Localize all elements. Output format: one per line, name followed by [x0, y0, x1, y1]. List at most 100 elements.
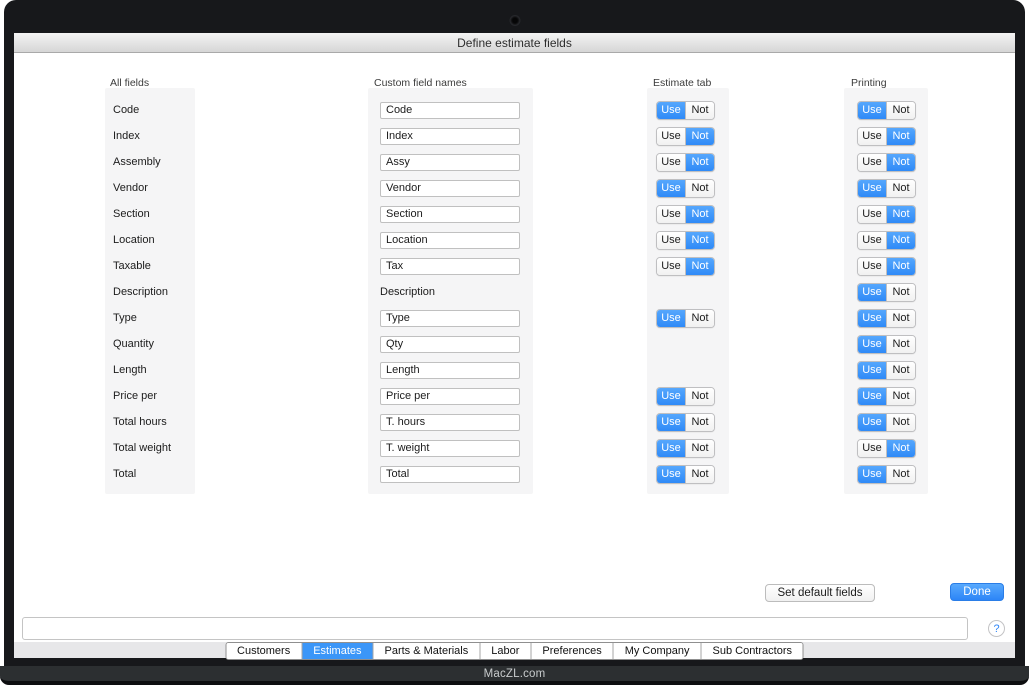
use-button[interactable]: Use — [657, 388, 686, 405]
custom-field-input[interactable] — [380, 180, 520, 197]
use-not-toggle: UseNot — [857, 361, 916, 380]
tab-preferences[interactable]: Preferences — [531, 643, 613, 659]
use-button[interactable]: Use — [858, 102, 887, 119]
not-button[interactable]: Not — [686, 180, 714, 197]
use-button[interactable]: Use — [858, 414, 887, 431]
use-button[interactable]: Use — [657, 466, 686, 483]
use-not-toggle: UseNot — [656, 257, 715, 276]
not-button[interactable]: Not — [887, 440, 915, 457]
not-button[interactable]: Not — [887, 180, 915, 197]
use-button[interactable]: Use — [858, 466, 887, 483]
use-not-toggle: UseNot — [857, 153, 916, 172]
toggle-row: UseNot — [844, 383, 928, 409]
custom-field-input[interactable] — [380, 336, 520, 353]
toggle-row: UseNot — [647, 201, 729, 227]
use-button[interactable]: Use — [657, 414, 686, 431]
custom-field-input[interactable] — [380, 388, 520, 405]
not-button[interactable]: Not — [887, 310, 915, 327]
use-button[interactable]: Use — [858, 232, 887, 249]
custom-field-input[interactable] — [380, 310, 520, 327]
custom-field-input[interactable] — [380, 232, 520, 249]
tab-estimates[interactable]: Estimates — [302, 643, 373, 659]
use-button[interactable]: Use — [657, 440, 686, 457]
custom-row — [368, 97, 533, 123]
use-button[interactable]: Use — [858, 180, 887, 197]
use-button[interactable]: Use — [858, 440, 887, 457]
custom-field-input[interactable] — [380, 466, 520, 483]
custom-row — [368, 383, 533, 409]
toggle-row: UseNot — [844, 435, 928, 461]
not-button[interactable]: Not — [686, 466, 714, 483]
tab-labor[interactable]: Labor — [480, 643, 531, 659]
command-input[interactable] — [22, 617, 968, 640]
use-button[interactable]: Use — [657, 206, 686, 223]
not-button[interactable]: Not — [887, 336, 915, 353]
use-button[interactable]: Use — [858, 206, 887, 223]
not-button[interactable]: Not — [686, 258, 714, 275]
custom-field-input[interactable] — [380, 154, 520, 171]
field-row: Index — [105, 123, 195, 149]
not-button[interactable]: Not — [887, 388, 915, 405]
not-button[interactable]: Not — [686, 232, 714, 249]
use-button[interactable]: Use — [657, 102, 686, 119]
not-button[interactable]: Not — [887, 414, 915, 431]
not-button[interactable]: Not — [887, 102, 915, 119]
not-button[interactable]: Not — [887, 258, 915, 275]
toggle-row: UseNot — [844, 357, 928, 383]
not-button[interactable]: Not — [686, 440, 714, 457]
not-button[interactable]: Not — [887, 362, 915, 379]
use-button[interactable]: Use — [858, 388, 887, 405]
tab-customers[interactable]: Customers — [226, 643, 302, 659]
not-button[interactable]: Not — [686, 128, 714, 145]
not-button[interactable]: Not — [887, 232, 915, 249]
field-label: Index — [113, 130, 140, 142]
use-button[interactable]: Use — [657, 180, 686, 197]
set-default-fields-button[interactable]: Set default fields — [765, 584, 875, 602]
tab-parts-materials[interactable]: Parts & Materials — [374, 643, 481, 659]
custom-field-input[interactable] — [380, 362, 520, 379]
use-not-toggle: UseNot — [857, 439, 916, 458]
toggle-row — [647, 357, 729, 383]
use-button[interactable]: Use — [657, 154, 686, 171]
not-button[interactable]: Not — [887, 466, 915, 483]
use-button[interactable]: Use — [858, 284, 887, 301]
use-button[interactable]: Use — [858, 362, 887, 379]
toggle-row: UseNot — [844, 279, 928, 305]
tab-sub-contractors[interactable]: Sub Contractors — [702, 643, 803, 659]
not-button[interactable]: Not — [686, 206, 714, 223]
use-button[interactable]: Use — [858, 310, 887, 327]
done-button[interactable]: Done — [950, 583, 1004, 601]
use-not-toggle: UseNot — [656, 179, 715, 198]
field-label: Assembly — [113, 156, 161, 168]
not-button[interactable]: Not — [887, 128, 915, 145]
use-button[interactable]: Use — [858, 154, 887, 171]
not-button[interactable]: Not — [887, 154, 915, 171]
not-button[interactable]: Not — [686, 102, 714, 119]
use-button[interactable]: Use — [657, 232, 686, 249]
not-button[interactable]: Not — [686, 388, 714, 405]
not-button[interactable]: Not — [887, 284, 915, 301]
not-button[interactable]: Not — [887, 206, 915, 223]
use-button[interactable]: Use — [858, 128, 887, 145]
custom-field-input[interactable] — [380, 102, 520, 119]
not-button[interactable]: Not — [686, 310, 714, 327]
custom-field-input[interactable] — [380, 440, 520, 457]
use-button[interactable]: Use — [657, 258, 686, 275]
use-button[interactable]: Use — [657, 128, 686, 145]
use-not-toggle: UseNot — [857, 205, 916, 224]
custom-field-input[interactable] — [380, 128, 520, 145]
not-button[interactable]: Not — [686, 154, 714, 171]
field-label: Total — [113, 468, 136, 480]
tab-my-company[interactable]: My Company — [614, 643, 702, 659]
help-button[interactable]: ? — [988, 620, 1005, 637]
custom-row — [368, 201, 533, 227]
use-button[interactable]: Use — [858, 336, 887, 353]
toggle-row: UseNot — [844, 123, 928, 149]
custom-field-input[interactable] — [380, 206, 520, 223]
custom-field-input[interactable] — [380, 414, 520, 431]
use-not-toggle: UseNot — [656, 439, 715, 458]
use-button[interactable]: Use — [858, 258, 887, 275]
custom-field-input[interactable] — [380, 258, 520, 275]
use-button[interactable]: Use — [657, 310, 686, 327]
not-button[interactable]: Not — [686, 414, 714, 431]
